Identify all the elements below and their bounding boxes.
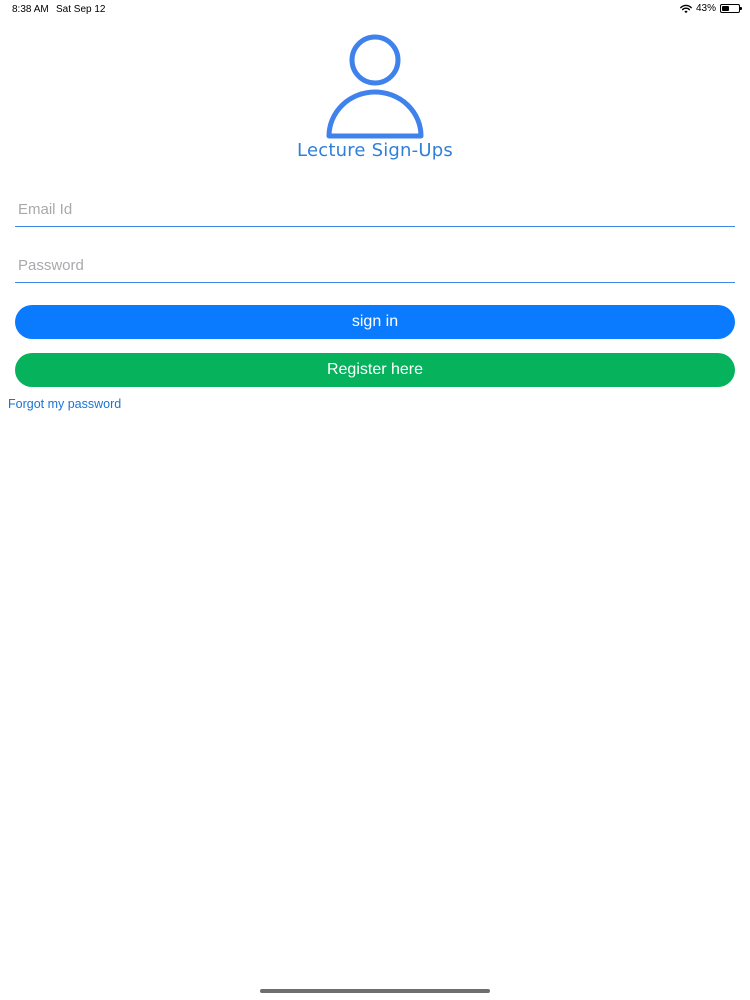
battery-fill xyxy=(722,6,729,11)
app-title: Lecture Sign-Ups xyxy=(297,140,453,161)
battery-icon xyxy=(720,4,742,13)
status-bar: 8:38 AM Sat Sep 12 43% xyxy=(0,0,750,18)
status-indicators: 43% xyxy=(680,3,742,14)
status-date: Sat Sep 12 xyxy=(56,4,106,15)
battery-percent: 43% xyxy=(695,3,716,14)
email-field xyxy=(15,186,735,227)
forgot-password-link[interactable]: Forgot my password xyxy=(8,397,121,411)
login-screen: 8:38 AM Sat Sep 12 43% Lecture Sign-Ups xyxy=(0,0,750,1000)
user-icon xyxy=(325,32,427,140)
password-input[interactable] xyxy=(18,257,718,274)
register-button[interactable]: Register here xyxy=(15,353,735,387)
password-field xyxy=(15,242,735,283)
battery-nub xyxy=(740,7,742,10)
email-input[interactable] xyxy=(18,201,718,218)
wifi-icon xyxy=(680,4,692,14)
sign-in-button[interactable]: sign in xyxy=(15,305,735,339)
status-time: 8:38 AM xyxy=(12,4,49,15)
home-indicator[interactable] xyxy=(260,989,490,993)
